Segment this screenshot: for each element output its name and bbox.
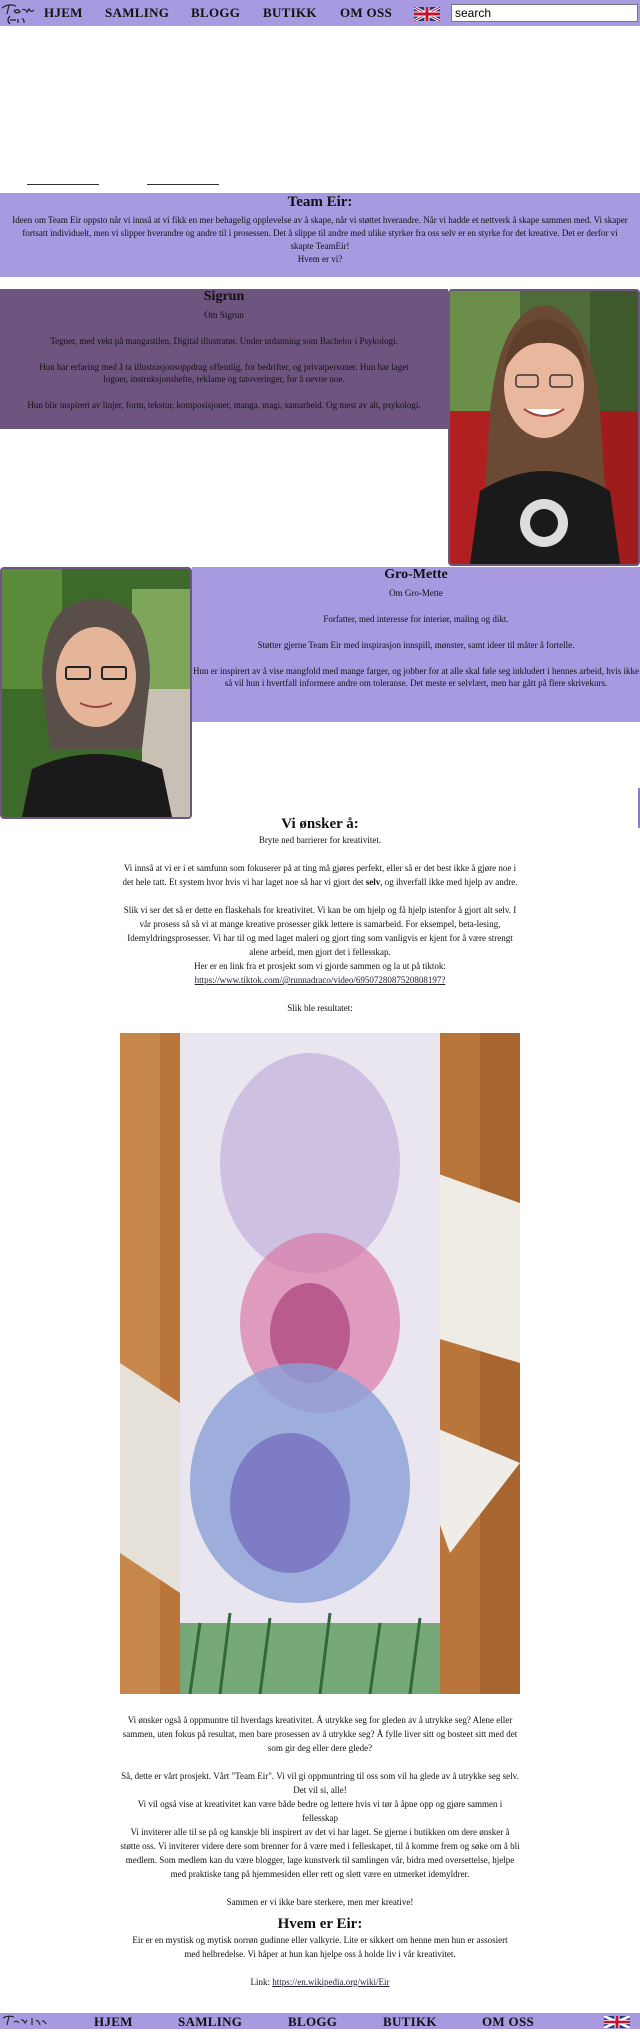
sigrun-section: Sigrun Om Sigrun Tegner, med vekt på man… — [0, 289, 448, 429]
eir-link-line: Link: https://en.wikipedia.org/wiki/Eir — [120, 1975, 520, 1989]
nav-collection[interactable]: SAMLING — [105, 5, 169, 21]
sigrun-p3: Hun blir inspirert av linjer, form, teks… — [27, 400, 421, 410]
sigrun-name: Sigrun — [203, 289, 245, 304]
sigrun-p1: Tegner, med vekt på mangastilen, Digital… — [50, 336, 398, 346]
result-label: Slik ble resultatet: — [287, 1003, 353, 1013]
english-flag-icon[interactable] — [603, 2014, 631, 2030]
sigrun-photo — [448, 289, 640, 566]
eir-title: Hvem er Eir: — [277, 1916, 363, 1932]
divider-line — [147, 184, 219, 185]
nav-about[interactable]: OM OSS — [340, 5, 392, 21]
gro-mette-p2: Støtter gjerne Team Eir med inspirasjon … — [257, 640, 575, 650]
wish-p1: Vi innså at vi er i et samfunn som fokus… — [120, 861, 520, 889]
team-body: Ideen om Team Eir oppsto når vi innså at… — [12, 215, 628, 251]
outro-p2: Så, dette er vårt prosjekt. Vårt "Team E… — [121, 1771, 519, 1795]
gro-mette-p3: Hun er inspirert av å vise mangfold med … — [192, 666, 640, 688]
footer-nav-shop[interactable]: BUTIKK — [383, 2014, 437, 2030]
team-eir-section: Team Eir: Ideen om Team Eir oppsto når v… — [0, 193, 640, 277]
bottom-navbar: HJEM SAMLING BLOGG BUTIKK OM OSS — [0, 2013, 640, 2030]
gro-mette-name: Gro-Mette — [384, 567, 448, 582]
outro-p1: Vi ønsker også å oppmuntre til hverdags … — [122, 1715, 518, 1753]
sigrun-p2: Hun har erfaring med å ta illustrasjonso… — [39, 362, 409, 384]
wikipedia-link[interactable]: https://en.wikipedia.org/wiki/Eir — [272, 1977, 389, 1987]
footer-nav-home[interactable]: HJEM — [94, 2014, 133, 2030]
nav-blog[interactable]: BLOGG — [191, 5, 240, 21]
divider-line — [27, 184, 99, 185]
gro-mette-p1: Forfatter, med interesse for interiør, m… — [323, 614, 509, 624]
wish-p1-bold: selv — [365, 877, 381, 887]
outro-p4: Vi inviterer alle til se på og kanskje b… — [120, 1827, 520, 1879]
footer-nav-blog[interactable]: BLOGG — [288, 2014, 337, 2030]
outro-p3: Vi vil også vise at kreativitet kan være… — [137, 1799, 503, 1823]
team-title: Team Eir: — [287, 194, 353, 210]
outro-p5: Sammen er vi ikke bare sterkere, men mer… — [226, 1897, 414, 1907]
team-description: Ideen om Team Eir oppsto når vi innså at… — [10, 214, 630, 266]
wish-p1-end: , og ihverfall ikke med hjelp av andre. — [380, 877, 518, 887]
outro-section: Vi ønsker også å oppmuntre til hverdags … — [120, 1713, 520, 1989]
nav-shop[interactable]: BUTIKK — [263, 5, 317, 21]
team-eir-logo[interactable] — [0, 0, 40, 26]
sigrun-about: Om Sigrun — [204, 310, 244, 320]
top-navbar: HJEM SAMLING BLOGG BUTIKK OM OSS — [0, 0, 640, 26]
tiktok-link[interactable]: https://www.tiktok.com/@runnadraco/video… — [195, 975, 446, 985]
wish-p2: Slik vi ser det så er dette en flaskehal… — [123, 905, 517, 957]
english-flag-icon[interactable] — [413, 5, 441, 23]
footer-nav-about[interactable]: OM OSS — [482, 2014, 534, 2030]
wish-section: Vi ønsker å: Bryte ned barrierer for kre… — [120, 815, 520, 1015]
gro-mette-about: Om Gro-Mette — [389, 588, 443, 598]
gro-mette-photo — [0, 567, 192, 819]
wish-title: Vi ønsker å: — [281, 816, 359, 832]
search-input[interactable] — [451, 4, 638, 22]
gro-mette-section: Gro-Mette Om Gro-Mette Forfatter, med in… — [192, 567, 640, 722]
team-eir-logo-footer[interactable] — [0, 2013, 50, 2029]
eir-link-label: Link: — [250, 1977, 273, 1987]
eir-body: Eir er en mystisk og mytisk norrøn gudin… — [132, 1935, 508, 1959]
wish-subtitle: Bryte ned barrierer for kreativitet. — [258, 835, 382, 845]
nav-home[interactable]: HJEM — [44, 5, 83, 21]
footer-nav-collection[interactable]: SAMLING — [178, 2014, 242, 2030]
who-are-we: Hvem er vi? — [297, 254, 343, 264]
painting-image — [120, 1033, 520, 1695]
wish-p3: Her er en link fra et prosjekt som vi gj… — [194, 961, 446, 971]
